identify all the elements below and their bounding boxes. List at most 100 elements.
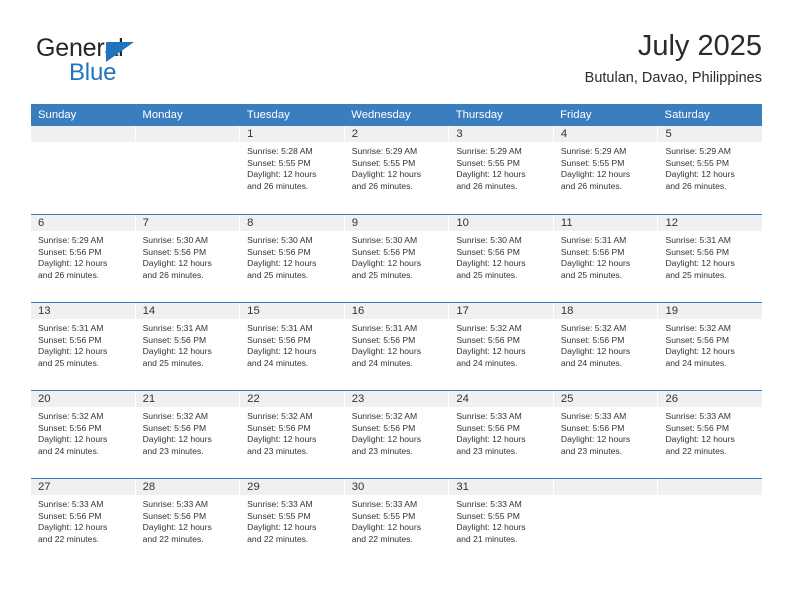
calendar-day-cell[interactable]: 31 Sunrise: 5:33 AM Sunset: 5:55 PM Dayligh… [449, 479, 554, 566]
sunrise-text: Sunrise: 5:33 AM [142, 499, 209, 509]
location-subtitle: Butulan, Davao, Philippines [584, 70, 762, 86]
calendar-day-cell[interactable]: 11 Sunrise: 5:31 AM Sunset: 5:56 PM Dayligh… [553, 215, 659, 302]
calendar-day-cell[interactable]: 24 Sunrise: 5:33 AM Sunset: 5:56 PM Dayligh… [449, 391, 554, 478]
weekday-header-saturday: Saturday [664, 109, 710, 121]
sunset-text: Sunset: 5:56 PM [247, 246, 311, 257]
calendar-day-cell[interactable]: 26 Sunrise: 5:33 AM Sunset: 5:56 PM Dayligh… [658, 391, 763, 478]
calendar-day-cell[interactable]: 9 Sunrise: 5:30 AM Sunset: 5:56 PM Daylight… [344, 215, 450, 302]
calendar-day-cell[interactable]: 19 Sunrise: 5:32 AM Sunset: 5:56 PM Dayligh… [658, 303, 763, 390]
calendar-day-cell[interactable]: 20 Sunrise: 5:32 AM Sunset: 5:56 PM Dayligh… [31, 391, 136, 478]
daylight-text-line2: and 25 minutes. [142, 357, 204, 368]
day-number: 31 [449, 479, 553, 495]
calendar-day-cell[interactable]: 14 Sunrise: 5:31 AM Sunset: 5:56 PM Dayligh… [135, 303, 241, 390]
daylight-text-line2: and 25 minutes. [665, 269, 727, 280]
sunset-text: Sunset: 5:55 PM [247, 157, 311, 168]
calendar-day-cell[interactable]: 22 Sunrise: 5:32 AM Sunset: 5:56 PM Dayligh… [240, 391, 345, 478]
daylight-text-line2: and 24 minutes. [38, 445, 100, 456]
daylight-text-line1: Daylight: 12 hours [142, 258, 212, 269]
day-details: Sunrise: 5:29 AM Sunset: 5:55 PM Daylight:… [554, 142, 658, 192]
calendar-day-cell[interactable]: 29 Sunrise: 5:33 AM Sunset: 5:55 PM Dayligh… [240, 479, 345, 566]
daylight-text-line1: Daylight: 12 hours [665, 258, 735, 269]
calendar-day-cell[interactable]: 18 Sunrise: 5:32 AM Sunset: 5:56 PM Dayligh… [553, 303, 659, 390]
day-details: Sunrise: 5:30 AM Sunset: 5:56 PM Daylight:… [345, 231, 449, 281]
sunset-text: Sunset: 5:55 PM [351, 510, 416, 521]
day-details: Sunrise: 5:32 AM Sunset: 5:56 PM Daylight:… [31, 407, 135, 457]
weekday-header-monday: Monday [142, 109, 183, 121]
daylight-text-line1: Daylight: 12 hours [456, 346, 526, 357]
brand-logo[interactable]: General Blue [36, 34, 226, 90]
sunrise-text: Sunrise: 5:33 AM [560, 411, 627, 421]
daylight-text-line2: and 25 minutes. [456, 269, 518, 280]
sunrise-text: Sunrise: 5:33 AM [38, 499, 104, 509]
calendar-day-cell[interactable]: 7 Sunrise: 5:30 AM Sunset: 5:56 PM Daylight… [135, 215, 241, 302]
daylight-text-line2: and 26 minutes. [560, 180, 623, 191]
daylight-text-line1: Daylight: 12 hours [38, 346, 108, 357]
daylight-text-line1: Daylight: 12 hours [351, 258, 422, 269]
calendar-day-cell[interactable]: 16 Sunrise: 5:31 AM Sunset: 5:56 PM Dayligh… [344, 303, 450, 390]
sunset-text: Sunset: 5:55 PM [665, 157, 730, 168]
calendar-day-cell[interactable]: 28 Sunrise: 5:33 AM Sunset: 5:56 PM Dayligh… [135, 479, 241, 566]
daylight-text-line1: Daylight: 12 hours [351, 522, 422, 533]
sunrise-text: Sunrise: 5:28 AM [247, 146, 313, 156]
weekday-header-sunday: Sunday [38, 109, 77, 121]
sunset-text: Sunset: 5:56 PM [456, 246, 520, 257]
sunrise-text: Sunrise: 5:29 AM [38, 235, 104, 245]
calendar-day-cell[interactable]: 15 Sunrise: 5:31 AM Sunset: 5:56 PM Dayligh… [240, 303, 345, 390]
calendar-day-cell[interactable]: 13 Sunrise: 5:31 AM Sunset: 5:56 PM Dayligh… [31, 303, 136, 390]
sunset-text: Sunset: 5:55 PM [351, 157, 416, 168]
sunrise-text: Sunrise: 5:32 AM [142, 411, 209, 421]
calendar-day-cell[interactable]: 4 Sunrise: 5:29 AM Sunset: 5:55 PM Daylight… [553, 126, 659, 214]
sunset-text: Sunset: 5:56 PM [142, 422, 207, 433]
day-number: 7 [135, 215, 240, 231]
day-details: Sunrise: 5:31 AM Sunset: 5:56 PM Daylight:… [31, 319, 135, 369]
daylight-text-line2: and 22 minutes. [38, 533, 100, 544]
calendar-day-cell[interactable]: 6 Sunrise: 5:29 AM Sunset: 5:56 PM Daylight… [31, 215, 136, 302]
sunrise-text: Sunrise: 5:31 AM [142, 323, 209, 333]
sunrise-text: Sunrise: 5:32 AM [456, 323, 522, 333]
day-number: 20 [31, 391, 135, 407]
daylight-text-line1: Daylight: 12 hours [351, 434, 422, 445]
sunrise-text: Sunrise: 5:32 AM [247, 411, 313, 421]
day-number: 8 [240, 215, 344, 231]
sunset-text: Sunset: 5:56 PM [38, 246, 102, 257]
calendar-week-row: 20 Sunrise: 5:32 AM Sunset: 5:56 PM Dayligh… [31, 390, 763, 478]
calendar-day-cell[interactable]: 27 Sunrise: 5:33 AM Sunset: 5:56 PM Dayligh… [31, 479, 136, 566]
sunset-text: Sunset: 5:55 PM [247, 510, 311, 521]
calendar-day-cell[interactable]: 5 Sunrise: 5:29 AM Sunset: 5:55 PM Daylight… [658, 126, 763, 214]
sunset-text: Sunset: 5:56 PM [560, 334, 625, 345]
day-number: 23 [344, 391, 449, 407]
sunrise-text: Sunrise: 5:30 AM [247, 235, 313, 245]
daylight-text-line2: and 24 minutes. [456, 357, 518, 368]
sunrise-text: Sunrise: 5:29 AM [560, 146, 627, 156]
calendar-day-cell[interactable]: 17 Sunrise: 5:32 AM Sunset: 5:56 PM Dayligh… [449, 303, 554, 390]
daylight-text-line2: and 23 minutes. [560, 445, 623, 456]
daylight-text-line2: and 21 minutes. [456, 533, 518, 544]
day-number: 19 [658, 303, 763, 319]
calendar-day-cell[interactable]: 25 Sunrise: 5:33 AM Sunset: 5:56 PM Dayligh… [553, 391, 659, 478]
sunset-text: Sunset: 5:56 PM [247, 422, 311, 433]
calendar-day-cell[interactable]: 8 Sunrise: 5:30 AM Sunset: 5:56 PM Daylight… [240, 215, 345, 302]
sunrise-text: Sunrise: 5:30 AM [351, 235, 418, 245]
calendar-empty-cell [31, 126, 136, 214]
day-details: Sunrise: 5:33 AM Sunset: 5:56 PM Daylight:… [554, 407, 658, 457]
sunset-text: Sunset: 5:56 PM [38, 510, 102, 521]
calendar-day-cell[interactable]: 10 Sunrise: 5:30 AM Sunset: 5:56 PM Dayligh… [449, 215, 554, 302]
daylight-text-line1: Daylight: 12 hours [560, 434, 631, 445]
daylight-text-line2: and 22 minutes. [665, 445, 727, 456]
day-number [31, 126, 135, 142]
calendar-day-cell[interactable]: 3 Sunrise: 5:29 AM Sunset: 5:55 PM Daylight… [449, 126, 554, 214]
calendar-day-cell[interactable]: 1 Sunrise: 5:28 AM Sunset: 5:55 PM Daylight… [240, 126, 345, 214]
day-details [554, 495, 658, 499]
calendar-day-cell[interactable]: 30 Sunrise: 5:33 AM Sunset: 5:55 PM Dayligh… [344, 479, 450, 566]
daylight-text-line1: Daylight: 12 hours [560, 169, 631, 180]
day-details: Sunrise: 5:30 AM Sunset: 5:56 PM Daylight:… [240, 231, 344, 281]
calendar-day-cell[interactable]: 23 Sunrise: 5:32 AM Sunset: 5:56 PM Dayligh… [344, 391, 450, 478]
sunset-text: Sunset: 5:55 PM [560, 157, 625, 168]
calendar-day-cell[interactable]: 12 Sunrise: 5:31 AM Sunset: 5:56 PM Dayligh… [658, 215, 763, 302]
sunset-text: Sunset: 5:56 PM [665, 334, 730, 345]
daylight-text-line1: Daylight: 12 hours [665, 346, 735, 357]
daylight-text-line1: Daylight: 12 hours [560, 346, 631, 357]
calendar-day-cell[interactable]: 21 Sunrise: 5:32 AM Sunset: 5:56 PM Dayligh… [135, 391, 241, 478]
calendar-day-cell[interactable]: 2 Sunrise: 5:29 AM Sunset: 5:55 PM Daylight… [344, 126, 450, 214]
day-details [136, 142, 240, 146]
